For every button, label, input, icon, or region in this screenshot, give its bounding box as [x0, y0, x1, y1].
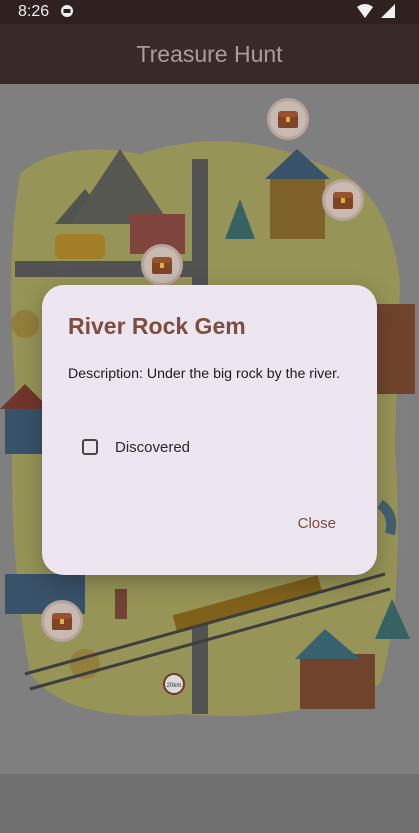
status-bar: 8:26 [0, 0, 419, 24]
discovered-label: Discovered [115, 438, 191, 456]
discovered-checkbox[interactable] [82, 439, 98, 455]
wifi-icon [357, 4, 373, 18]
treasure-dialog: River Rock Gem Description: Under the bi… [42, 285, 377, 575]
notification-icon [61, 5, 73, 17]
app-bar: Treasure Hunt [0, 24, 419, 84]
close-button[interactable]: Close [298, 515, 336, 532]
treasure-description: Description: Under the big rock by the r… [68, 366, 341, 382]
discovered-checkbox-row[interactable]: Discovered [82, 435, 190, 459]
app-title: Treasure Hunt [136, 40, 283, 67]
dialog-title: River Rock Gem [68, 313, 246, 339]
status-time: 8:26 [18, 3, 50, 20]
signal-icon [381, 4, 395, 18]
